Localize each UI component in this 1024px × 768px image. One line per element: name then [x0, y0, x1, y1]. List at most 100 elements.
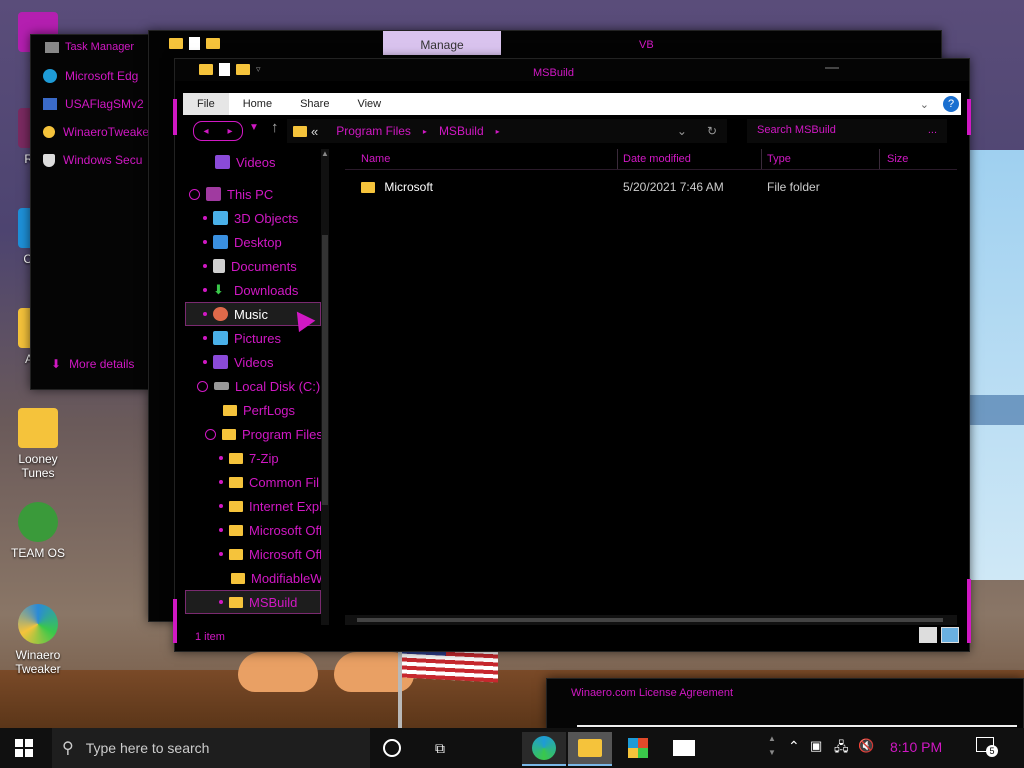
- nav-item-documents[interactable]: Documents: [203, 255, 297, 277]
- tab-view[interactable]: View: [343, 93, 395, 115]
- nav-item-videos-2[interactable]: Videos: [203, 351, 274, 373]
- folder-icon[interactable]: [199, 64, 213, 75]
- cortana-button[interactable]: [372, 732, 412, 764]
- column-size[interactable]: Size: [887, 149, 908, 169]
- recent-locations-icon[interactable]: ▼: [249, 122, 259, 133]
- address-bar[interactable]: « Program Files ▸ MSBuild ▸ ⌄ ↻: [287, 119, 727, 143]
- details-view-icon[interactable]: [919, 627, 937, 643]
- nav-item-7zip[interactable]: 7-Zip: [219, 447, 279, 469]
- table-row[interactable]: Microsoft 5/20/2021 7:46 AM File folder: [361, 177, 941, 197]
- windows-icon: [15, 739, 33, 757]
- expand-icon[interactable]: [205, 428, 216, 440]
- nav-item-videos[interactable]: Videos: [215, 151, 276, 173]
- expand-icon[interactable]: [197, 380, 208, 392]
- nav-item-pictures[interactable]: Pictures: [203, 327, 281, 349]
- back-arrow-icon[interactable]: ◂: [203, 126, 208, 137]
- forward-arrow-icon[interactable]: ▸: [227, 126, 232, 137]
- taskbar-file-explorer[interactable]: [568, 732, 612, 766]
- scroll-thumb[interactable]: [322, 235, 328, 505]
- taskbar-search-placeholder: Type here to search: [85, 740, 210, 756]
- manage-context-tab[interactable]: Manage: [383, 31, 501, 55]
- breadcrumb-overflow[interactable]: «: [311, 124, 318, 139]
- window-title: VB: [639, 39, 654, 51]
- nav-item-msbuild[interactable]: MSBuild: [185, 590, 321, 614]
- nav-item-modifiable[interactable]: ModifiableW: [231, 567, 323, 589]
- nav-item-internet-explorer[interactable]: Internet Expl: [219, 495, 322, 517]
- tab-share[interactable]: Share: [286, 93, 343, 115]
- new-folder-icon[interactable]: [236, 64, 250, 75]
- nav-item-microsoft-office-1[interactable]: Microsoft Off: [219, 519, 322, 541]
- taskbar-scroll[interactable]: ▲ ▼: [768, 732, 776, 760]
- window-title: MSBuild: [533, 67, 574, 79]
- nav-item-common-files[interactable]: Common Fil: [219, 471, 319, 493]
- notification-center-button[interactable]: 5: [976, 737, 998, 757]
- taskbar-store[interactable]: [618, 732, 658, 764]
- horizontal-scrollbar[interactable]: [345, 615, 957, 625]
- column-date-modified[interactable]: Date modified: [623, 149, 691, 169]
- tab-file[interactable]: File: [183, 93, 229, 115]
- large-icons-view-icon[interactable]: [941, 627, 959, 643]
- this-pc-icon: [206, 187, 221, 201]
- winaero-tweaker-icon[interactable]: Winaero Tweaker: [2, 604, 74, 676]
- app-icon: [43, 98, 57, 110]
- chevron-down-icon[interactable]: ⌄: [920, 98, 929, 111]
- scroll-thumb[interactable]: [357, 618, 943, 622]
- msbuild-explorer-window[interactable]: ▿ MSBuild File Home Share View ⌄ ? ◂ ▸ ▼…: [173, 58, 971, 652]
- license-agreement-window[interactable]: Winaero.com License Agreement: [546, 678, 1024, 730]
- quick-access-toolbar: [169, 37, 220, 50]
- nav-item-downloads[interactable]: ⬇ Downloads: [203, 279, 298, 301]
- team-os-icon[interactable]: TEAM OS: [2, 502, 74, 560]
- task-item[interactable]: Microsoft Edg: [43, 69, 138, 83]
- breadcrumb-program-files[interactable]: Program Files: [336, 124, 411, 138]
- task-item[interactable]: USAFlagSMv2: [43, 97, 144, 111]
- task-item[interactable]: WinaeroTweake: [43, 125, 149, 139]
- nav-item-program-files[interactable]: Program Files: [205, 423, 323, 445]
- nav-item-desktop[interactable]: Desktop: [203, 231, 282, 253]
- breadcrumb-separator-icon[interactable]: ▸: [496, 127, 500, 136]
- task-view-button[interactable]: ⧉: [420, 732, 460, 764]
- more-details-button[interactable]: ⬇ More details: [51, 357, 134, 371]
- title-bar[interactable]: ▿ MSBuild: [175, 59, 969, 81]
- looney-tunes-folder-icon[interactable]: Looney Tunes: [2, 408, 74, 480]
- nav-item-this-pc[interactable]: This PC: [189, 183, 273, 205]
- frame-accent: [173, 599, 177, 643]
- column-type[interactable]: Type: [767, 149, 791, 169]
- taskbar-edge[interactable]: [522, 732, 566, 766]
- properties-icon[interactable]: [219, 63, 230, 76]
- help-icon[interactable]: ?: [943, 96, 959, 112]
- window-title: Winaero.com License Agreement: [571, 687, 734, 699]
- column-name[interactable]: Name: [361, 149, 390, 169]
- breadcrumb-separator-icon[interactable]: ▸: [423, 127, 427, 136]
- frame-accent: [967, 99, 971, 135]
- nav-item-perflogs[interactable]: PerfLogs: [223, 399, 295, 421]
- tab-home[interactable]: Home: [229, 93, 286, 115]
- search-icon[interactable]: ...: [928, 124, 937, 136]
- taskbar-mail[interactable]: [664, 732, 704, 764]
- network-icon[interactable]: 🖧: [834, 738, 849, 760]
- scroll-up-icon[interactable]: ▲: [321, 149, 329, 158]
- documents-icon: [213, 259, 225, 273]
- task-item[interactable]: Windows Secu: [43, 153, 142, 167]
- task-manager-window[interactable]: Task Manager Microsoft Edg USAFlagSMv2 W…: [30, 34, 150, 390]
- progress-line: [577, 725, 1017, 727]
- file-list[interactable]: Name Date modified Type Size Microsoft 5…: [345, 149, 957, 609]
- refresh-icon[interactable]: ↻: [707, 124, 717, 138]
- breadcrumb-msbuild[interactable]: MSBuild: [439, 124, 484, 138]
- up-arrow-icon[interactable]: ↑: [271, 119, 279, 136]
- address-dropdown-icon[interactable]: ⌄: [677, 124, 687, 138]
- expand-icon[interactable]: [189, 188, 200, 200]
- search-input[interactable]: Search MSBuild ...: [747, 119, 947, 143]
- start-button[interactable]: [4, 732, 44, 764]
- show-hidden-icons-icon[interactable]: ⌃: [788, 738, 800, 755]
- taskbar-search[interactable]: ⚲ Type here to search: [52, 728, 370, 768]
- meet-now-icon[interactable]: ▣: [810, 738, 822, 754]
- volume-muted-icon[interactable]: 🔇: [858, 738, 874, 754]
- nav-item-3d-objects[interactable]: 3D Objects: [203, 207, 298, 229]
- nav-item-local-disk[interactable]: Local Disk (C:): [197, 375, 320, 397]
- back-forward-buttons[interactable]: ◂ ▸: [193, 121, 243, 141]
- clock[interactable]: 8:10 PM: [890, 739, 942, 755]
- minimize-button[interactable]: [825, 67, 839, 69]
- qat-dropdown-icon[interactable]: ▿: [256, 64, 261, 75]
- nav-item-microsoft-office-2[interactable]: Microsoft Off: [219, 543, 322, 565]
- nav-scrollbar[interactable]: ▲: [321, 149, 329, 625]
